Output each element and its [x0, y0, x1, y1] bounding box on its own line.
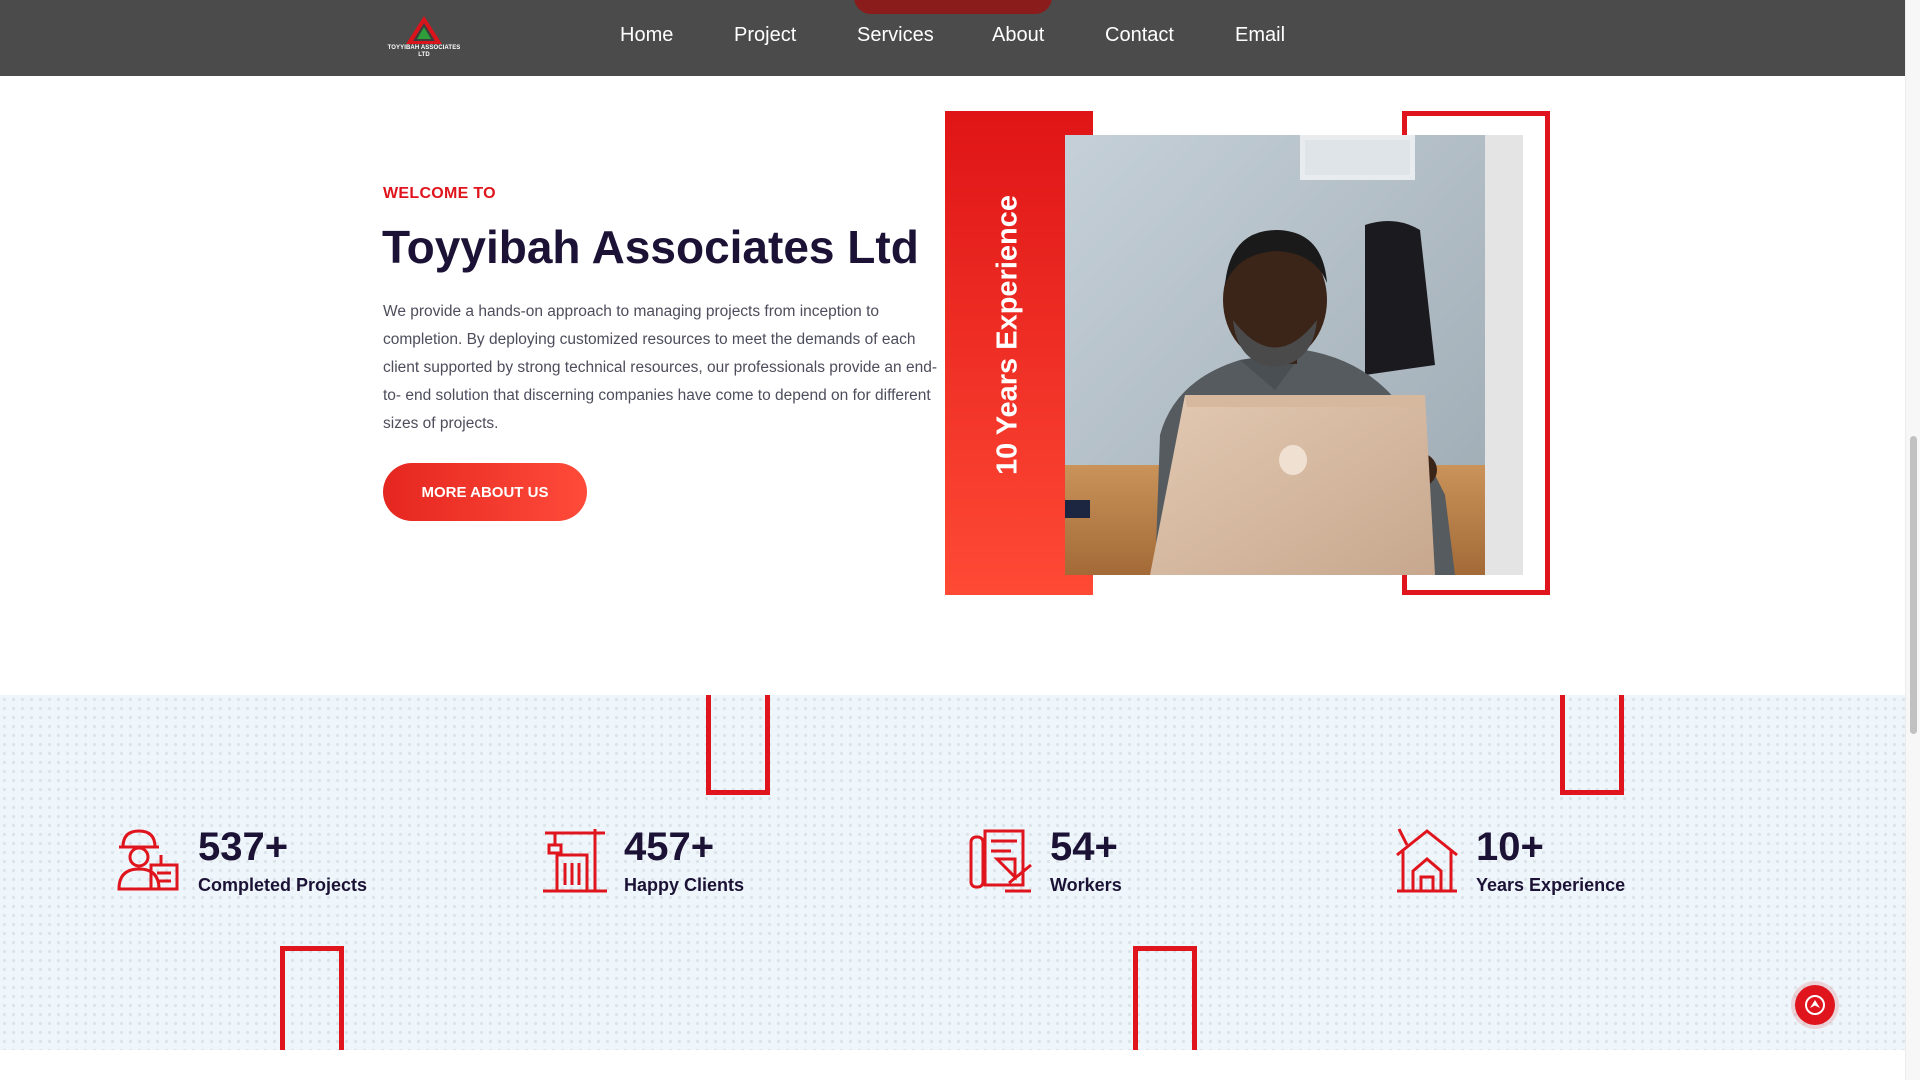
scroll-to-top-button[interactable]	[1795, 985, 1835, 1025]
stat-number: 537+	[198, 825, 289, 869]
founder-photo	[1065, 135, 1485, 575]
decorative-bracket	[280, 946, 344, 1050]
nav-contact[interactable]: Contact	[1105, 24, 1174, 47]
blueprint-tools-icon	[969, 829, 1032, 893]
stat-label: Happy Clients	[624, 875, 745, 895]
page-scrollbar[interactable]	[1905, 0, 1920, 1080]
stat-number: 54+	[1050, 825, 1118, 869]
nav-project[interactable]: Project	[734, 24, 796, 47]
arrow-up-circle-icon	[1805, 995, 1825, 1015]
nav-services[interactable]: Services	[857, 24, 934, 47]
nav-email[interactable]: Email	[1235, 24, 1285, 47]
nav-about[interactable]: About	[992, 24, 1044, 47]
stat-label: Completed Projects	[198, 875, 368, 895]
engineer-icon	[117, 829, 179, 891]
stat-number: 457+	[624, 825, 715, 869]
photo-side-strip	[1485, 135, 1523, 575]
top-navbar: TOYYIBAH ASSOCIATES LTD Home Project Ser…	[0, 0, 1905, 76]
stats-section: 537+ Completed Projects 457+ Happy Clien…	[0, 695, 1905, 1050]
man-with-laptop-illustration	[1065, 135, 1485, 575]
decorative-bracket	[1560, 695, 1624, 795]
nav-highlight-pill	[854, 0, 1052, 14]
logo-text: TOYYIBAH ASSOCIATES LTD	[387, 45, 461, 58]
company-logo[interactable]: TOYYIBAH ASSOCIATES LTD	[384, 14, 464, 64]
house-construction-icon	[1396, 828, 1458, 893]
more-about-us-button[interactable]: MORE ABOUT US	[383, 463, 587, 521]
decorative-bracket	[706, 695, 770, 795]
scrollbar-thumb[interactable]	[1910, 436, 1917, 734]
logo-triangle-icon	[406, 16, 442, 44]
decorative-bracket	[1133, 946, 1197, 1050]
experience-label: 10 Years Experience	[991, 194, 1024, 476]
page-title: Toyyibah Associates Ltd	[382, 221, 919, 273]
crane-building-icon	[543, 829, 607, 893]
stat-label: Workers	[1050, 875, 1122, 895]
hero-description: We provide a hands-on approach to managi…	[383, 303, 938, 432]
welcome-label: WELCOME TO	[383, 185, 496, 202]
stat-number: 10+	[1476, 825, 1544, 869]
nav-home[interactable]: Home	[620, 24, 673, 47]
stat-label: Years Experience	[1476, 875, 1626, 895]
